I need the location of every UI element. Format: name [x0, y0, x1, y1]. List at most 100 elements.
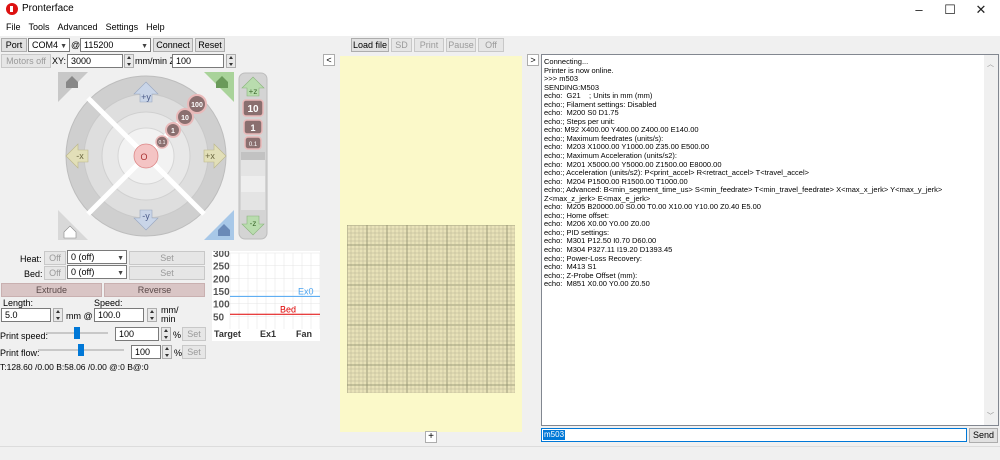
- menu-file[interactable]: File: [6, 20, 21, 36]
- print-bed-grid: [347, 225, 515, 393]
- step-1-badge[interactable]: 1: [165, 122, 181, 138]
- app-logo-icon: [6, 3, 18, 15]
- length-input[interactable]: 5.0: [1, 308, 51, 322]
- print-flow-spinner[interactable]: [162, 345, 172, 359]
- print-flow-set-button[interactable]: Set: [182, 345, 206, 359]
- print-speed-spinner[interactable]: [161, 327, 171, 341]
- at-label: @: [71, 40, 81, 50]
- print-speed-set-button[interactable]: Set: [182, 327, 206, 341]
- collapse-left-button[interactable]: <: [323, 54, 335, 66]
- graph-y-tick-label: 300: [213, 251, 230, 260]
- reverse-button[interactable]: Reverse: [104, 283, 205, 297]
- jog-center-label: O: [140, 152, 147, 162]
- maximize-icon[interactable]: ☐: [935, 0, 965, 20]
- heat-set-button[interactable]: Set: [129, 251, 205, 265]
- step-0-1-label: 0.1: [159, 140, 166, 146]
- step-1-label: 1: [171, 128, 175, 135]
- z-step-0-1-badge[interactable]: 0.1: [244, 136, 262, 150]
- pause-button[interactable]: Pause: [446, 38, 476, 52]
- home-y-icon[interactable]: [204, 210, 234, 240]
- z-jog-control[interactable]: +z 10 1 0.1 -z: [238, 72, 268, 240]
- step-10-badge[interactable]: 10: [176, 108, 194, 126]
- port-select[interactable]: COM4 ▼: [28, 38, 70, 52]
- mm-at-label: mm @: [66, 311, 93, 321]
- z-feedrate-spinner[interactable]: [226, 54, 236, 68]
- chevron-down-icon: ▼: [60, 43, 67, 50]
- print-button[interactable]: Print: [414, 38, 444, 52]
- graph-legend-fan: Fan: [296, 329, 312, 339]
- heat-temp-value: 0 (off): [71, 252, 95, 262]
- menu-settings[interactable]: Settings: [106, 20, 139, 36]
- load-file-button[interactable]: Load file: [351, 38, 389, 52]
- speed-label: Speed:: [94, 298, 123, 308]
- motors-off-button[interactable]: Motors off: [1, 54, 51, 68]
- speed-spinner[interactable]: [147, 308, 157, 322]
- speed-input[interactable]: 100.0: [94, 308, 144, 322]
- graph-y-tick-label: 150: [213, 287, 230, 298]
- bed-set-button[interactable]: Set: [129, 266, 205, 280]
- chevron-down-icon: ▼: [117, 255, 124, 262]
- print-speed-slider[interactable]: [46, 326, 108, 340]
- menu-help[interactable]: Help: [146, 20, 165, 36]
- reset-button[interactable]: Reset: [195, 38, 225, 52]
- chevron-down-icon: ▼: [117, 270, 124, 277]
- collapse-right-button[interactable]: >: [527, 54, 539, 66]
- print-flow-slider[interactable]: [38, 343, 124, 357]
- home-all-icon[interactable]: [58, 210, 88, 240]
- jog-center-button[interactable]: O: [133, 143, 159, 169]
- status-bar: [0, 446, 1000, 460]
- port-button[interactable]: Port: [1, 38, 27, 52]
- length-label: Length:: [3, 298, 34, 308]
- menu-tools[interactable]: Tools: [29, 20, 50, 36]
- print-flow-percent: %: [174, 348, 183, 358]
- bed-off-button[interactable]: Off: [44, 266, 66, 280]
- xy-feedrate-spinner[interactable]: [124, 54, 134, 68]
- command-input-value: m503: [543, 430, 566, 440]
- jog-z-minus-label: -z: [250, 219, 257, 228]
- graph-y-tick-label: 100: [213, 300, 230, 311]
- command-input[interactable]: m503: [541, 428, 967, 442]
- xy-label: XY:: [52, 56, 67, 66]
- heat-temp-select[interactable]: 0 (off) ▼: [67, 250, 127, 264]
- z-step-1-badge[interactable]: 1: [243, 119, 263, 135]
- jog-x-minus-label: -x: [76, 151, 84, 161]
- heat-off-button[interactable]: Off: [44, 251, 66, 265]
- print-flow-input[interactable]: 100: [131, 345, 161, 359]
- length-spinner[interactable]: [53, 308, 63, 322]
- bed-temp-select[interactable]: 0 (off) ▼: [67, 265, 127, 279]
- console-log[interactable]: Connecting... Printer is now online. >>>…: [541, 54, 999, 426]
- baud-select[interactable]: 115200 ▼: [80, 38, 151, 52]
- menu-advanced[interactable]: Advanced: [58, 20, 98, 36]
- print-flow-slider-thumb[interactable]: [78, 344, 84, 356]
- xy-jog-control[interactable]: +y -y -x +x O 100 10 1 0.1: [58, 72, 234, 240]
- console-scrollbar[interactable]: ︿ ﹀: [984, 55, 998, 425]
- extrude-button[interactable]: Extrude: [1, 283, 102, 297]
- port-value: COM4: [32, 40, 59, 50]
- graph-y-tick-label: 50: [213, 312, 225, 323]
- bed-label: Bed:: [24, 269, 43, 279]
- console-text: Connecting... Printer is now online. >>>…: [544, 57, 943, 289]
- z-feedrate-input[interactable]: 100: [172, 54, 224, 68]
- print-speed-input[interactable]: 100: [115, 327, 159, 341]
- scroll-down-icon[interactable]: ﹀: [987, 411, 994, 421]
- home-z-icon[interactable]: [204, 72, 234, 102]
- step-0-1-badge[interactable]: 0.1: [155, 135, 169, 149]
- home-x-icon[interactable]: [58, 72, 88, 102]
- jog-y-plus-label: +y: [141, 92, 151, 102]
- print-speed-slider-thumb[interactable]: [74, 327, 80, 339]
- scroll-up-icon[interactable]: ︿: [987, 59, 994, 69]
- add-object-button[interactable]: +: [425, 431, 437, 443]
- xy-feedrate-input[interactable]: 3000: [67, 54, 123, 68]
- connect-button[interactable]: Connect: [153, 38, 193, 52]
- z-step-10-badge[interactable]: 10: [242, 99, 264, 117]
- send-button[interactable]: Send: [969, 428, 998, 443]
- close-icon[interactable]: ✕: [966, 0, 996, 20]
- jog-x-plus-label: +x: [205, 151, 215, 161]
- speed-unit-label: mm/ min: [161, 305, 179, 324]
- minimize-icon[interactable]: –: [904, 0, 934, 20]
- sd-button[interactable]: SD: [391, 38, 412, 52]
- off-button[interactable]: Off: [478, 38, 504, 52]
- print-speed-label: Print speed:: [0, 331, 49, 341]
- menu-bar: File Tools Advanced Settings Help: [0, 20, 1000, 36]
- z-step-0-1-label: 0.1: [249, 142, 258, 148]
